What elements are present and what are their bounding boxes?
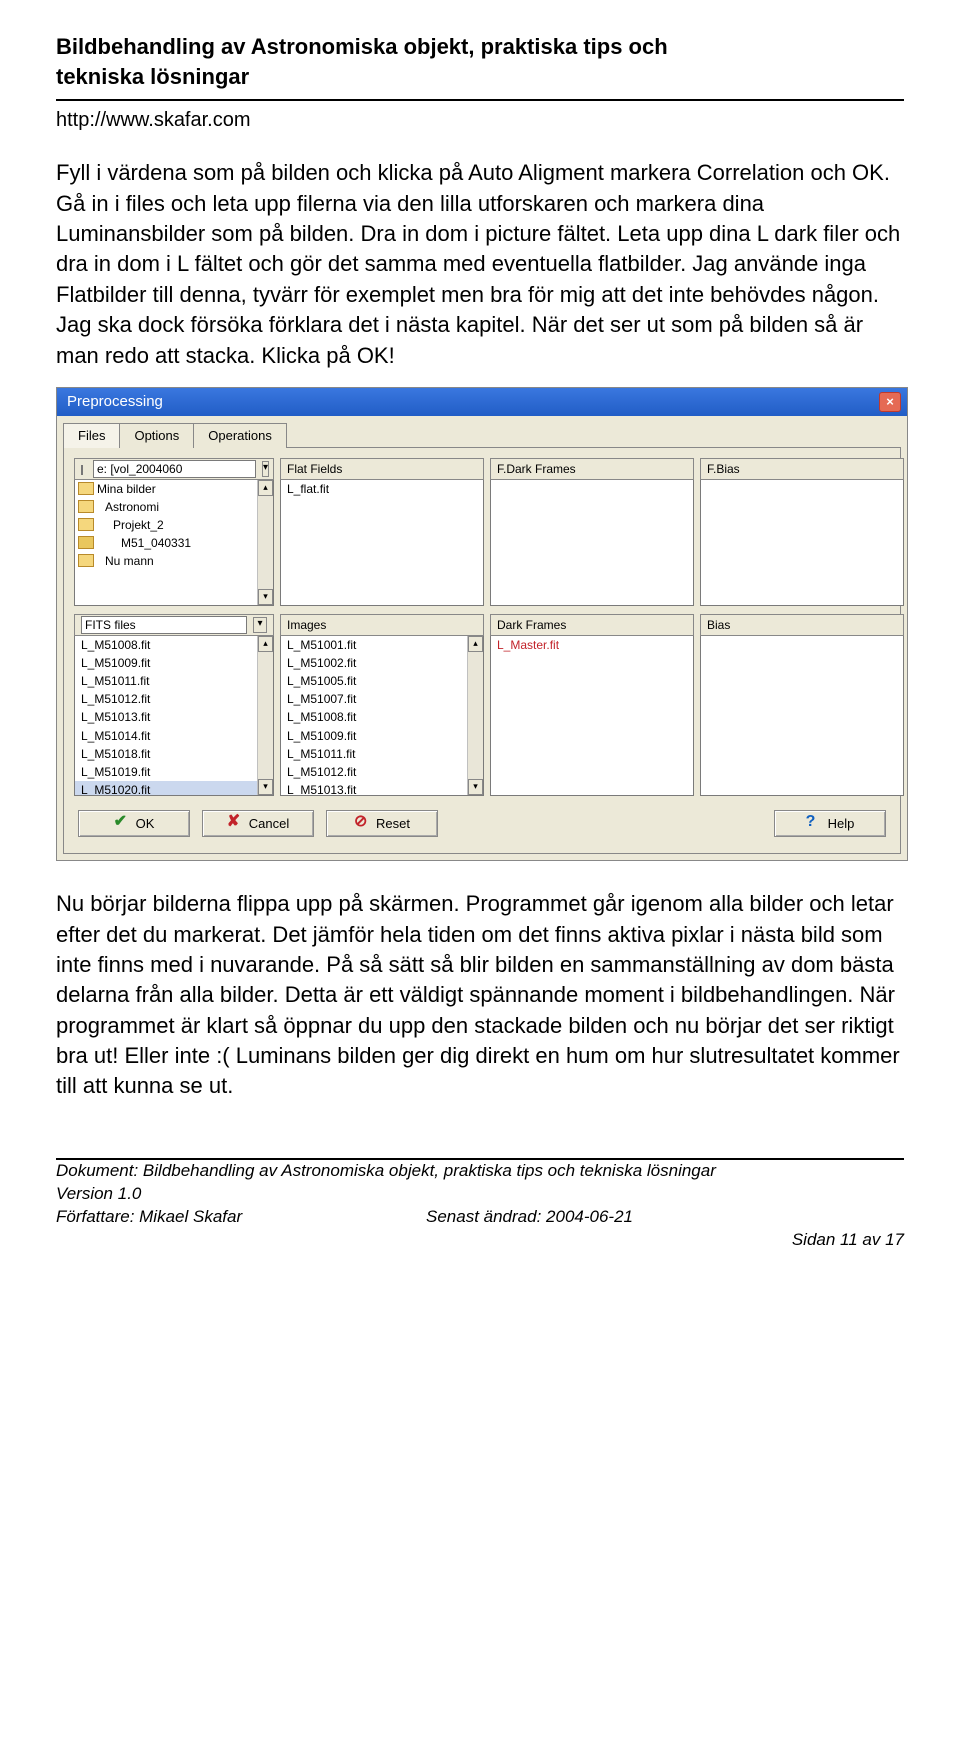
scrollbar[interactable]: ▴ ▾ xyxy=(257,480,273,605)
reset-button[interactable]: ⊘ Reset xyxy=(326,810,438,838)
tab-files[interactable]: Files xyxy=(63,423,120,448)
list-item[interactable]: Mina bilder xyxy=(75,480,273,498)
footer-modified: Senast ändrad: 2004-06-21 xyxy=(426,1206,904,1229)
dialog-titlebar[interactable]: Preprocessing × xyxy=(57,388,907,416)
list-item[interactable]: L_M51012.fit xyxy=(281,763,483,781)
tab-options[interactable]: Options xyxy=(119,423,194,448)
f-dark-frames-header: F.Dark Frames xyxy=(490,458,694,480)
dark-frames-header: Dark Frames xyxy=(490,614,694,636)
help-icon: ? xyxy=(806,816,820,830)
flat-fields-listbox[interactable]: L_flat.fit xyxy=(280,480,484,606)
list-item[interactable]: L_M51009.fit xyxy=(281,727,483,745)
scrollbar[interactable]: ▴ ▾ xyxy=(257,636,273,795)
list-item[interactable]: L_M51012.fit xyxy=(75,690,273,708)
drive-folder-panel: ▾ Mina bilder Astronomi Projekt_2 M51_04… xyxy=(74,458,274,606)
title-divider xyxy=(56,99,904,101)
help-label: Help xyxy=(828,815,855,833)
f-bias-header: F.Bias xyxy=(700,458,904,480)
paragraph-4: Nu börjar bilderna flippa upp på skärmen… xyxy=(56,889,904,1102)
help-button[interactable]: ? Help xyxy=(774,810,886,838)
dialog-button-row: ✔ OK ✘ Cancel ⊘ Reset ? Help xyxy=(74,796,890,840)
title-line1: Bildbehandling av Astronomiska objekt, p… xyxy=(56,34,668,59)
list-item[interactable]: L_Master.fit xyxy=(491,636,693,654)
list-item[interactable]: L_M51009.fit xyxy=(75,654,273,672)
list-item[interactable]: L_M51013.fit xyxy=(281,781,483,796)
dark-frames-panel: Dark Frames L_Master.fit xyxy=(490,614,694,796)
f-dark-frames-panel: F.Dark Frames xyxy=(490,458,694,606)
no-entry-icon: ⊘ xyxy=(354,816,368,830)
list-item[interactable]: L_M51019.fit xyxy=(75,763,273,781)
tab-operations[interactable]: Operations xyxy=(193,423,287,448)
scroll-down-icon[interactable]: ▾ xyxy=(468,779,483,795)
scroll-down-icon[interactable]: ▾ xyxy=(258,779,273,795)
file-grid: ▾ Mina bilder Astronomi Projekt_2 M51_04… xyxy=(74,458,890,796)
scroll-up-icon[interactable]: ▴ xyxy=(468,636,483,652)
document-title: Bildbehandling av Astronomiska objekt, p… xyxy=(56,32,904,91)
filetype-input[interactable] xyxy=(81,616,247,634)
folder-listbox[interactable]: Mina bilder Astronomi Projekt_2 M51_0403… xyxy=(74,480,274,606)
title-line2: tekniska lösningar xyxy=(56,64,249,89)
scroll-down-icon[interactable]: ▾ xyxy=(258,589,273,605)
drive-input[interactable] xyxy=(93,460,256,478)
filetype-combo[interactable]: ▾ xyxy=(74,614,274,636)
list-item[interactable]: Nu mann xyxy=(75,552,273,570)
bias-listbox[interactable] xyxy=(700,636,904,796)
scroll-up-icon[interactable]: ▴ xyxy=(258,636,273,652)
cancel-button[interactable]: ✘ Cancel xyxy=(202,810,314,838)
dark-frames-listbox[interactable]: L_Master.fit xyxy=(490,636,694,796)
list-item[interactable]: L_M51008.fit xyxy=(75,636,273,654)
ok-label: OK xyxy=(136,815,155,833)
list-item[interactable]: L_M51013.fit xyxy=(75,708,273,726)
list-item[interactable]: Projekt_2 xyxy=(75,516,273,534)
disk-icon xyxy=(81,465,83,475)
chevron-down-icon[interactable]: ▾ xyxy=(253,617,267,633)
chevron-down-icon[interactable]: ▾ xyxy=(262,461,269,477)
scrollbar[interactable]: ▴ ▾ xyxy=(467,636,483,795)
filetype-files-panel: ▾ L_M51008.fit L_M51009.fit L_M51011.fit… xyxy=(74,614,274,796)
tab-body-files: ▾ Mina bilder Astronomi Projekt_2 M51_04… xyxy=(63,447,901,855)
f-dark-frames-listbox[interactable] xyxy=(490,480,694,606)
list-item[interactable]: L_M51005.fit xyxy=(281,672,483,690)
paragraph-1: Fyll i värdena som på bilden och klicka … xyxy=(56,158,904,371)
bias-header: Bias xyxy=(700,614,904,636)
close-button[interactable]: × xyxy=(879,392,901,412)
document-footer: Dokument: Bildbehandling av Astronomiska… xyxy=(56,1160,904,1252)
list-item[interactable]: L_M51002.fit xyxy=(281,654,483,672)
images-listbox[interactable]: L_M51001.fit L_M51002.fit L_M51005.fit L… xyxy=(280,636,484,796)
dialog-tabstrip: Files Options Operations xyxy=(57,416,907,447)
files-listbox[interactable]: L_M51008.fit L_M51009.fit L_M51011.fit L… xyxy=(74,636,274,796)
check-icon: ✔ xyxy=(114,816,128,830)
list-item[interactable]: M51_040331 xyxy=(75,534,273,552)
list-item[interactable]: L_M51001.fit xyxy=(281,636,483,654)
footer-document-line: Dokument: Bildbehandling av Astronomiska… xyxy=(56,1160,904,1183)
drive-combo[interactable]: ▾ xyxy=(74,458,274,480)
footer-version: Version 1.0 xyxy=(56,1183,904,1206)
close-icon: ✘ xyxy=(227,816,241,830)
flat-fields-header: Flat Fields xyxy=(280,458,484,480)
cancel-label: Cancel xyxy=(249,815,289,833)
footer-page: Sidan 11 av 17 xyxy=(684,1229,904,1252)
images-header: Images xyxy=(280,614,484,636)
bias-panel: Bias xyxy=(700,614,904,796)
preprocessing-dialog: Preprocessing × Files Options Operations… xyxy=(56,387,908,861)
list-item[interactable]: Astronomi xyxy=(75,498,273,516)
list-item[interactable]: L_M51011.fit xyxy=(75,672,273,690)
dialog-title: Preprocessing xyxy=(67,392,163,412)
f-bias-panel: F.Bias xyxy=(700,458,904,606)
list-item[interactable]: L_M51018.fit xyxy=(75,745,273,763)
flat-fields-panel: Flat Fields L_flat.fit xyxy=(280,458,484,606)
list-item[interactable]: L_flat.fit xyxy=(281,480,483,498)
f-bias-listbox[interactable] xyxy=(700,480,904,606)
footer-author: Författare: Mikael Skafar xyxy=(56,1206,426,1229)
list-item[interactable]: L_M51007.fit xyxy=(281,690,483,708)
list-item[interactable]: L_M51014.fit xyxy=(75,727,273,745)
scroll-up-icon[interactable]: ▴ xyxy=(258,480,273,496)
list-item[interactable]: L_M51011.fit xyxy=(281,745,483,763)
list-item[interactable]: L_M51020.fit xyxy=(75,781,273,796)
images-panel: Images L_M51001.fit L_M51002.fit L_M5100… xyxy=(280,614,484,796)
reset-label: Reset xyxy=(376,815,410,833)
document-url: http://www.skafar.com xyxy=(56,107,904,134)
ok-button[interactable]: ✔ OK xyxy=(78,810,190,838)
list-item[interactable]: L_M51008.fit xyxy=(281,708,483,726)
